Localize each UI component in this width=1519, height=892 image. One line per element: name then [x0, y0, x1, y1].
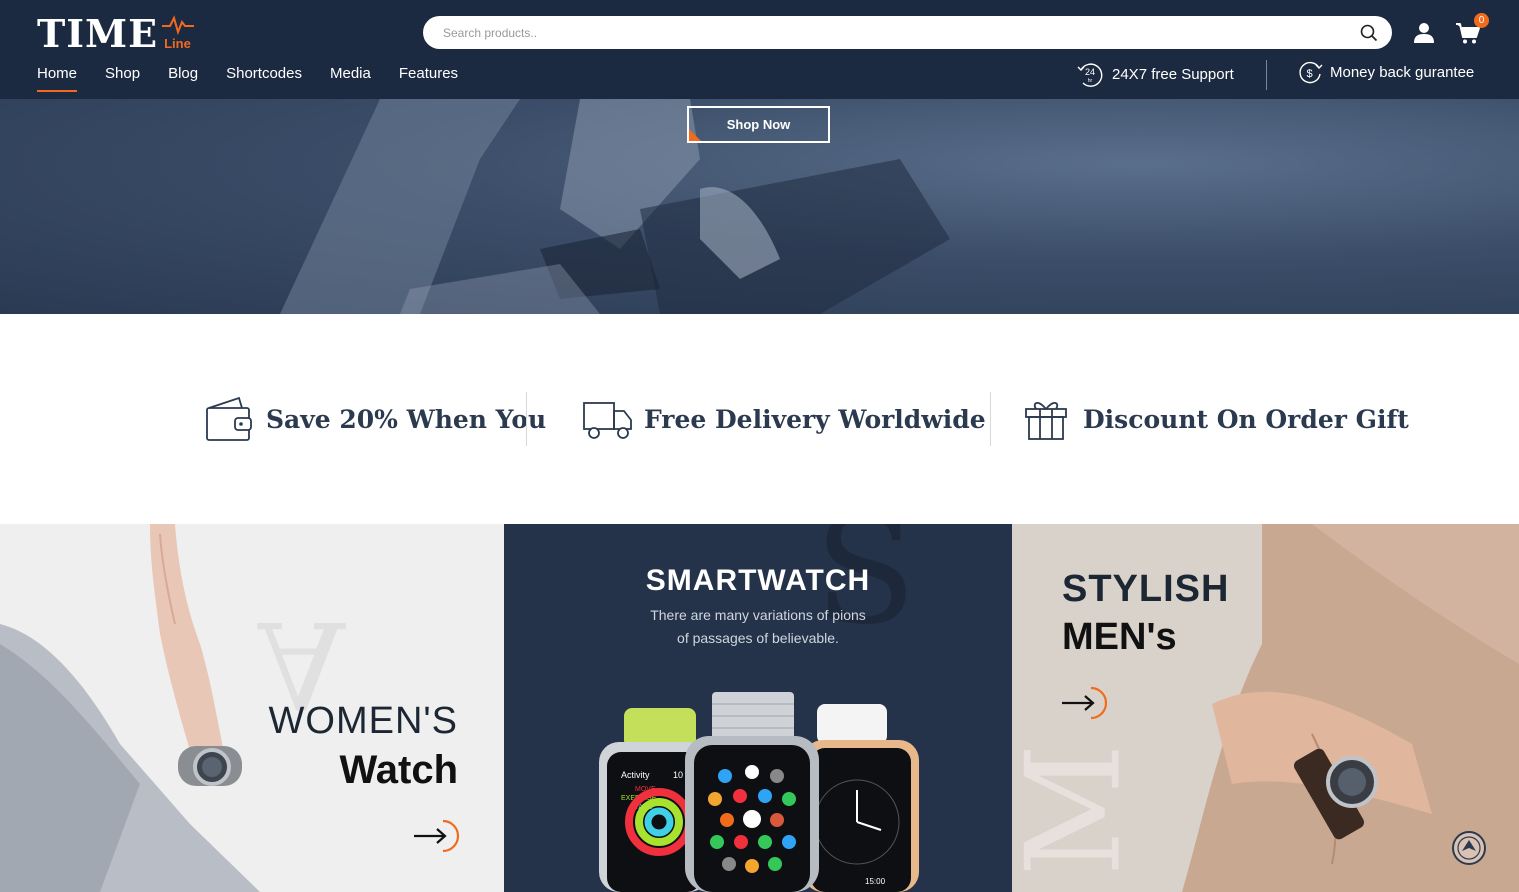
button-corner-accent	[689, 129, 701, 141]
shop-now-button[interactable]: Shop Now	[687, 106, 830, 143]
nav-item-media[interactable]: Media	[330, 64, 371, 84]
cart-count-badge: 0	[1474, 13, 1489, 28]
svg-text:24: 24	[1085, 67, 1095, 77]
feature-save-text: Save 20% When You	[266, 404, 547, 434]
search-icon[interactable]	[1360, 24, 1378, 42]
banner-subtitle: MEN's	[1062, 616, 1177, 658]
header-divider	[1266, 60, 1267, 90]
support-24hr-icon: 24 hr	[1077, 63, 1103, 87]
wallet-icon	[206, 396, 252, 441]
svg-text:15:00: 15:00	[865, 877, 886, 886]
feature-divider	[526, 392, 527, 446]
nav-item-shop[interactable]: Shop	[105, 64, 140, 84]
description-line-2: of passages of believable.	[677, 630, 839, 646]
feature-gift-text: Discount On Order Gift	[1083, 404, 1409, 434]
logo-text: TIME	[37, 11, 159, 56]
pulse-icon	[162, 15, 195, 36]
feature-divider	[990, 392, 991, 446]
money-back-text: Money back gurantee	[1330, 64, 1475, 81]
hero-banner: Shop Now	[0, 99, 1519, 314]
nav-item-home[interactable]: Home	[37, 64, 78, 92]
logo-subtext: Line	[164, 36, 191, 51]
banner-subtitle: Watch	[339, 748, 458, 792]
truck-icon	[583, 402, 632, 439]
logo-side: Line	[162, 14, 202, 54]
money-back-icon: $	[1299, 61, 1323, 84]
main-nav: Home Shop Blog Shortcodes Media Features	[37, 64, 486, 92]
site-header: TIME Line 0 Home Shop Blog Shortcodes Me…	[0, 0, 1519, 99]
shop-now-label: Shop Now	[726, 117, 791, 132]
search-input[interactable]	[443, 16, 1323, 49]
mens-watch-banner[interactable]: M STYLISH MEN's	[1012, 524, 1519, 892]
banner-description: There are many variations of pions of pa…	[633, 604, 883, 650]
banner-title: STYLISH	[1062, 568, 1230, 610]
smartwatch-banner[interactable]: S SMARTWATCH There are many variations o…	[504, 524, 1012, 892]
feature-gift: Discount On Order Gift	[1024, 392, 1409, 446]
site-logo[interactable]: TIME Line	[37, 14, 202, 54]
smartwatches-image: Activity 10 MOVE EXERCISE STAND 15:00	[599, 692, 919, 892]
support-info: 24 hr 24X7 free Support	[1075, 60, 1234, 90]
svg-text:10: 10	[673, 770, 683, 780]
arrow-right-icon[interactable]	[1061, 684, 1107, 722]
banner-title: WOMEN'S	[268, 700, 458, 742]
arrow-right-icon[interactable]	[413, 817, 459, 855]
arrow-up-icon	[1457, 836, 1481, 860]
banner-watermark: M	[1012, 743, 1150, 877]
feature-save: Save 20% When You	[205, 392, 546, 446]
banner-title: SMARTWATCH	[645, 564, 871, 597]
nav-item-blog[interactable]: Blog	[168, 64, 198, 84]
svg-text:Activity: Activity	[621, 770, 650, 780]
user-icon[interactable]	[1412, 21, 1436, 45]
woman-model-image	[0, 524, 260, 892]
svg-text:$: $	[1306, 68, 1312, 80]
womens-watch-banner[interactable]: A WOMEN'S Watch	[0, 524, 504, 892]
money-back-info: $ Money back gurantee	[1297, 60, 1474, 86]
nav-item-features[interactable]: Features	[399, 64, 458, 84]
description-line-1: There are many variations of pions	[650, 607, 866, 623]
feature-delivery: Free Delivery Worldwide	[582, 392, 986, 446]
feature-delivery-text: Free Delivery Worldwide	[644, 404, 986, 434]
support-text: 24X7 free Support	[1112, 66, 1234, 83]
scroll-to-top-button[interactable]	[1452, 831, 1486, 865]
gift-icon	[1025, 402, 1067, 440]
search-bar	[423, 16, 1392, 49]
nav-item-shortcodes[interactable]: Shortcodes	[226, 64, 302, 84]
svg-text:hr: hr	[1088, 78, 1093, 84]
